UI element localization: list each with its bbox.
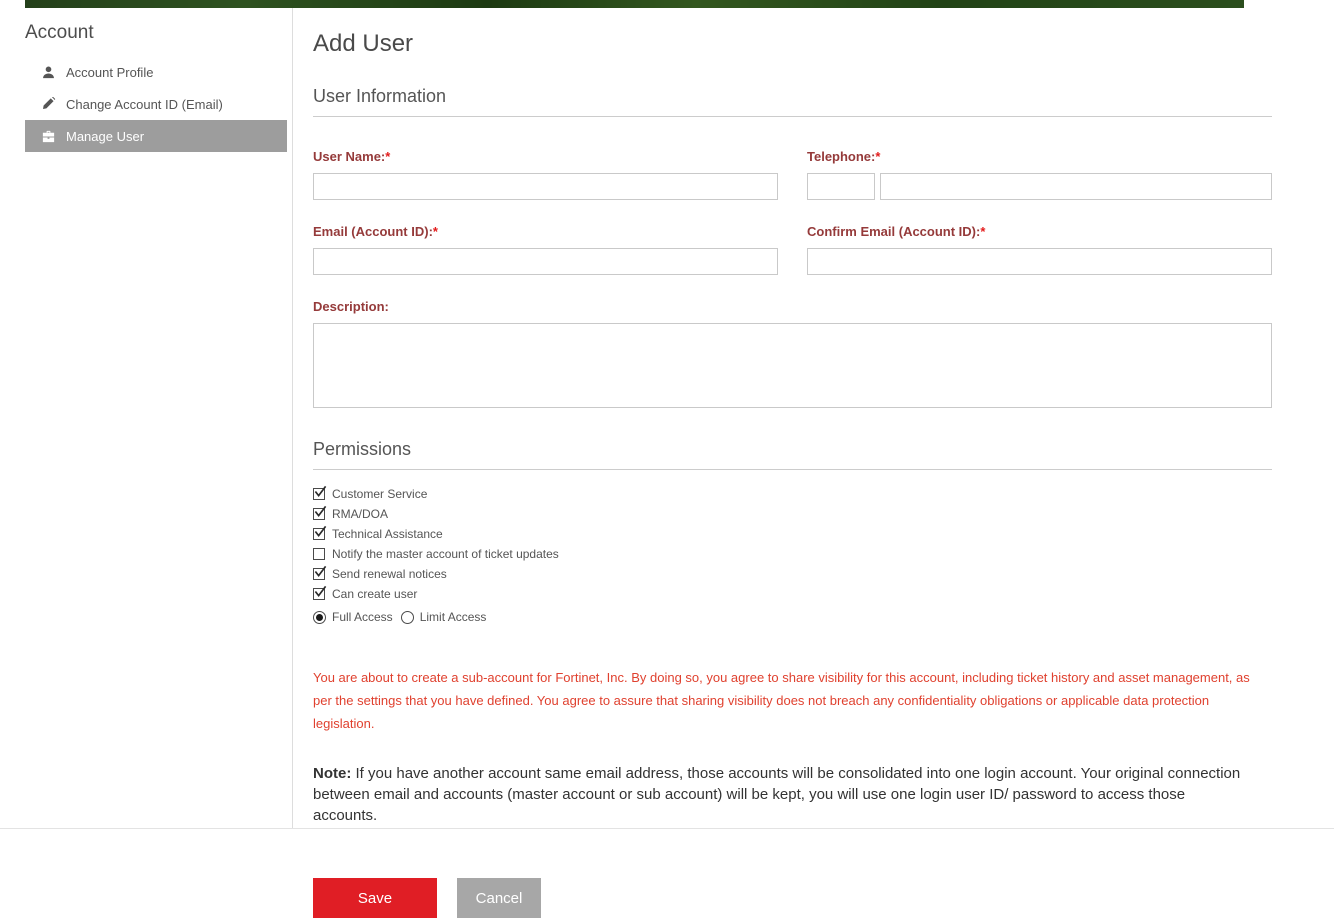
- email-field-group: Email (Account ID):*: [313, 224, 778, 275]
- full-access-option[interactable]: Full Access: [313, 610, 401, 624]
- required-asterisk: *: [433, 224, 438, 239]
- radio-label: Limit Access: [420, 610, 487, 624]
- add-user-panel: Add User User Information User Name:* Te…: [313, 30, 1272, 918]
- sidebar-item-label: Account Profile: [66, 65, 153, 80]
- briefcase-icon: [41, 129, 56, 144]
- permission-customer-service[interactable]: Customer Service: [313, 484, 1272, 504]
- permission-label: Customer Service: [332, 487, 427, 501]
- telephone-label: Telephone:*: [807, 149, 1272, 164]
- description-label: Description:: [313, 299, 1272, 314]
- checkbox: [313, 548, 325, 560]
- radio-button: [401, 611, 414, 624]
- checkbox: [313, 488, 325, 500]
- account-sidebar: Account Account Profile Change Account I…: [25, 22, 287, 152]
- permission-label: Can create user: [332, 587, 417, 601]
- sidebar-item-account-profile[interactable]: Account Profile: [25, 56, 287, 88]
- required-asterisk: *: [875, 149, 880, 164]
- checkbox: [313, 528, 325, 540]
- user-information-form: User Name:* Telephone:* Email (Account I…: [313, 149, 1272, 413]
- permission-rma-doa[interactable]: RMA/DOA: [313, 504, 1272, 524]
- sidebar-title: Account: [25, 22, 287, 44]
- email-input[interactable]: [313, 248, 778, 275]
- permission-can-create-user[interactable]: Can create user: [313, 584, 1272, 604]
- permission-label: Technical Assistance: [332, 527, 443, 541]
- user-name-input[interactable]: [313, 173, 778, 200]
- sidebar-item-label: Change Account ID (Email): [66, 97, 223, 112]
- sidebar-item-change-account-id[interactable]: Change Account ID (Email): [25, 88, 287, 120]
- permission-label: Notify the master account of ticket upda…: [332, 547, 559, 561]
- checkbox: [313, 508, 325, 520]
- access-level-radio-group: Full Access Limit Access: [313, 606, 1272, 628]
- confirm-email-label: Confirm Email (Account ID):*: [807, 224, 1272, 239]
- save-button[interactable]: Save: [313, 878, 437, 918]
- permission-notify-master-account[interactable]: Notify the master account of ticket upda…: [313, 544, 1272, 564]
- description-field-group: Description:: [313, 299, 1272, 413]
- cancel-button[interactable]: Cancel: [457, 878, 541, 918]
- user-name-label: User Name:*: [313, 149, 778, 164]
- note-text: Note: If you have another account same e…: [313, 763, 1243, 826]
- sidebar-divider: [292, 8, 293, 829]
- checkbox: [313, 568, 325, 580]
- form-actions: Save Cancel: [313, 878, 1272, 918]
- note-label: Note:: [313, 765, 351, 782]
- sidebar-item-manage-user[interactable]: Manage User: [25, 120, 287, 152]
- required-asterisk: *: [980, 224, 985, 239]
- top-banner-strip: [25, 0, 1244, 8]
- permission-label: Send renewal notices: [332, 567, 447, 581]
- note-body: If you have another account same email a…: [313, 765, 1240, 824]
- radio-button: [313, 611, 326, 624]
- user-information-heading: User Information: [313, 86, 1272, 117]
- confirm-email-input[interactable]: [807, 248, 1272, 275]
- sidebar-item-label: Manage User: [66, 129, 144, 144]
- pencil-icon: [41, 97, 56, 112]
- permission-label: RMA/DOA: [332, 507, 388, 521]
- page-title: Add User: [313, 30, 1272, 58]
- confirm-email-field-group: Confirm Email (Account ID):*: [807, 224, 1272, 275]
- sub-account-warning-text: You are about to create a sub-account fo…: [313, 666, 1263, 735]
- user-name-field-group: User Name:*: [313, 149, 778, 200]
- telephone-field-group: Telephone:*: [807, 149, 1272, 200]
- permissions-list: Customer Service RMA/DOA Technical Assis…: [313, 484, 1272, 628]
- email-label: Email (Account ID):*: [313, 224, 778, 239]
- permission-send-renewal-notices[interactable]: Send renewal notices: [313, 564, 1272, 584]
- permissions-heading: Permissions: [313, 439, 1272, 470]
- telephone-country-code-input[interactable]: [807, 173, 875, 200]
- user-icon: [41, 65, 56, 80]
- limit-access-option[interactable]: Limit Access: [401, 610, 495, 624]
- radio-label: Full Access: [332, 610, 393, 624]
- description-textarea[interactable]: [313, 323, 1272, 408]
- required-asterisk: *: [385, 149, 390, 164]
- telephone-number-input[interactable]: [880, 173, 1272, 200]
- checkbox: [313, 588, 325, 600]
- permission-technical-assistance[interactable]: Technical Assistance: [313, 524, 1272, 544]
